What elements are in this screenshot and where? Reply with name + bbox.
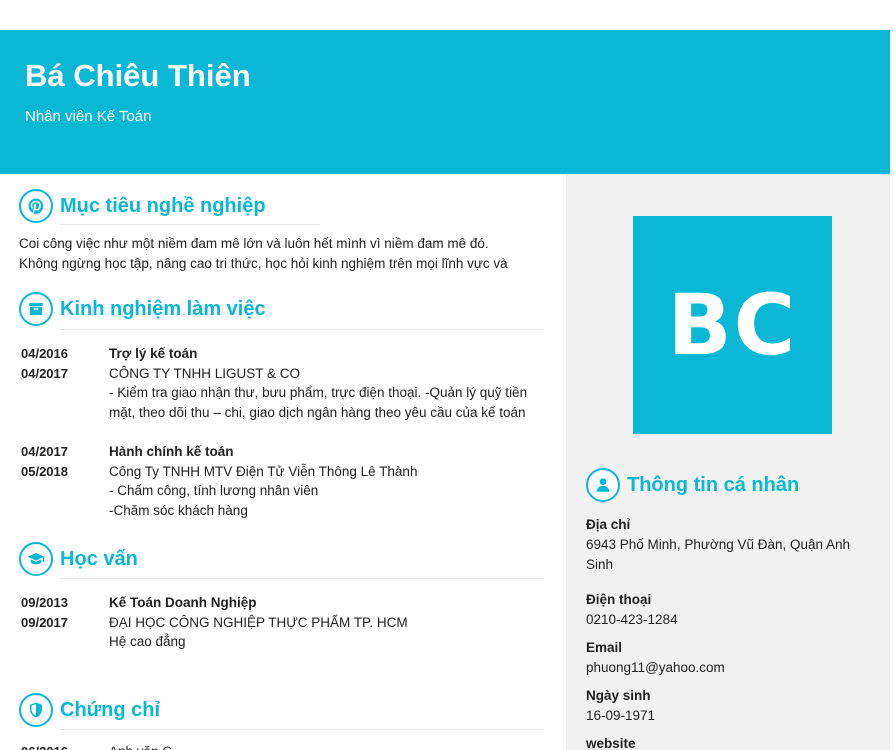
job-title: Hành chính kế toán (109, 444, 234, 459)
phone-label: Điện thoại (586, 592, 652, 607)
entry-body: Hành chính kế toán Công Ty TNHH MTV Điện… (109, 442, 549, 520)
date-to: 04/2017 (21, 366, 68, 381)
job-detail: - Chấm công, tính lương nhân viên (109, 483, 319, 498)
divider (60, 329, 544, 330)
address-block: Địa chỉ 6943 Phố Minh, Phường Vũ Đàn, Qu… (586, 515, 876, 575)
address-label: Địa chỉ (586, 517, 631, 532)
job-detail: mặt, theo dõi thu – chi, giao dịch ngân … (109, 404, 526, 420)
section-education-title: Học vấn (60, 547, 138, 570)
company-name: CÔNG TY TNHH LIGUST & CO (109, 365, 301, 381)
website-label: website (586, 736, 636, 750)
phone-value: 0210-423-1284 (586, 612, 678, 627)
address-line: Sinh (586, 557, 614, 572)
candidate-role: Nhân viên Kế Toán (25, 108, 152, 125)
shield-icon (19, 693, 53, 727)
phone-block: Điện thoại 0210-423-1284 (586, 590, 876, 630)
section-objective-title: Mục tiêu nghề nghiệp (60, 194, 266, 217)
section-experience-header: Kinh nghiệm làm việc (19, 292, 266, 326)
education-level: Hệ cao đẳng (109, 634, 186, 649)
job-detail: - Kiểm tra giao nhận thư, bưu phẩm, trực… (109, 385, 528, 400)
experience-entry: 04/2017 05/2018 Hành chính kế toán Công … (21, 442, 551, 522)
dob-value: 16-09-1971 (586, 708, 656, 723)
candidate-name: Bá Chiêu Thiên (25, 58, 251, 93)
email-value: phuong11@yahoo.com (586, 660, 725, 675)
section-education-header: Học vấn (19, 542, 138, 576)
school-name: ĐẠI HỌC CÔNG NGHIỆP THỰC PHẨM TP. HCM (109, 614, 408, 630)
objective-text: Coi công việc như một niềm đam mê lớn và… (19, 234, 539, 274)
entry-dates: 04/2017 05/2018 (21, 442, 101, 482)
dob-block: Ngày sinh 16-09-1971 (586, 686, 876, 726)
date-from: 04/2017 (21, 444, 68, 459)
job-detail: -Chăm sóc khách hàng (109, 502, 248, 518)
section-certificates-header: Chứng chỉ (19, 693, 160, 727)
date-from: 04/2016 (21, 346, 68, 361)
job-title: Trợ lý kế toán (109, 346, 198, 361)
header-banner: Bá Chiêu Thiên Nhân viên Kế Toán (0, 30, 890, 174)
entry-dates: 09/2013 09/2017 (21, 593, 101, 633)
certificate-entry: 06/2016 Anh văn C (21, 742, 551, 750)
objective-line: Coi công việc như một niềm đam mê lớn và… (19, 236, 489, 251)
avatar: BC (633, 216, 832, 434)
divider (60, 224, 320, 225)
top-margin (0, 0, 894, 30)
experience-entry: 04/2016 04/2017 Trợ lý kế toán CÔNG TY T… (21, 344, 551, 424)
date-to: 09/2017 (21, 615, 68, 630)
date-to: 05/2018 (21, 464, 68, 479)
section-personal-header: Thông tin cá nhân (586, 468, 799, 502)
archive-icon (19, 292, 53, 326)
entry-body: Kế Toán Doanh Nghiệp ĐẠI HỌC CÔNG NGHIỆP… (109, 593, 549, 652)
entry-dates: 04/2016 04/2017 (21, 344, 101, 384)
dob-label: Ngày sinh (586, 688, 651, 703)
divider (60, 729, 544, 730)
pinterest-icon (19, 189, 53, 223)
section-certificates-title: Chứng chỉ (60, 698, 161, 721)
user-icon (586, 468, 620, 502)
major-name: Kế Toán Doanh Nghiệp (109, 595, 257, 610)
entry-body: Trợ lý kế toán CÔNG TY TNHH LIGUST & CO … (109, 344, 549, 422)
certificate-name: Anh văn C (109, 742, 549, 750)
section-experience-title: Kinh nghiệm làm việc (60, 297, 266, 320)
address-line: 6943 Phố Minh, Phường Vũ Đàn, Quận Anh (586, 537, 851, 552)
objective-line: Không ngừng học tập, nâng cao tri thức, … (19, 256, 508, 271)
divider (60, 578, 544, 579)
email-label: Email (586, 640, 623, 655)
section-personal-title: Thông tin cá nhân (627, 473, 800, 496)
company-name: Công Ty TNHH MTV Điện Tử Viễn Thông Lê T… (109, 463, 418, 479)
email-block: Email phuong11@yahoo.com (586, 638, 876, 678)
section-objective-header: Mục tiêu nghề nghiệp (19, 189, 266, 223)
education-entry: 09/2013 09/2017 Kế Toán Doanh Nghiệp ĐẠI… (21, 593, 551, 653)
graduation-cap-icon (19, 542, 53, 576)
date-from: 06/2016 (21, 742, 101, 750)
website-block: website (586, 734, 876, 750)
date-from: 09/2013 (21, 595, 68, 610)
avatar-initials: BC (667, 276, 798, 374)
